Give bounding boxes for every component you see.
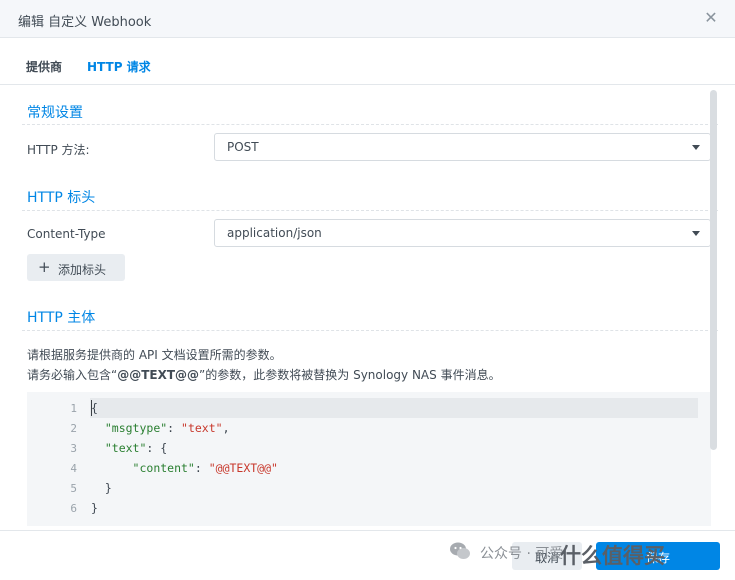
caret-down-icon: [692, 231, 700, 236]
caret-down-icon: [692, 145, 700, 150]
line-number: 1: [70, 402, 77, 415]
json-string: "@@TEXT@@": [208, 461, 278, 475]
watermark-site: 什么值得买: [560, 544, 665, 568]
dialog-content: 常规设置 HTTP 方法: POST HTTP 标头 Content-Type …: [0, 86, 735, 526]
section-divider: [22, 330, 718, 331]
line-number: 5: [70, 482, 77, 495]
http-method-label: HTTP 方法:: [27, 143, 90, 157]
active-line-highlight: [90, 398, 698, 418]
json-key: "msgtype": [104, 421, 168, 435]
content-type-label: Content-Type: [27, 227, 106, 241]
vertical-scrollbar[interactable]: [710, 90, 717, 450]
body-code-editor[interactable]: 1 2 3 4 5 6 { "msgtype": "text", "text":…: [27, 392, 711, 526]
line-number: 3: [70, 442, 77, 455]
line-number: 4: [70, 462, 77, 475]
http-method-select[interactable]: POST: [214, 133, 711, 161]
line-number: 6: [70, 502, 77, 515]
code-line-6: }: [91, 501, 98, 515]
desc-prefix: 请务必输入包含“: [27, 368, 118, 382]
watermark-account: 公众号 · 可爱: [480, 546, 564, 562]
code-brace-close-outer: }: [91, 501, 98, 515]
tab-provider[interactable]: 提供商: [26, 58, 62, 75]
section-title-headers: HTTP 标头: [27, 190, 96, 206]
section-divider: [22, 124, 718, 125]
tab-bar: 提供商 HTTP 请求: [0, 38, 735, 85]
tab-http-request[interactable]: HTTP 请求: [87, 58, 151, 75]
section-title-general: 常规设置: [27, 105, 83, 121]
http-method-value: POST: [227, 140, 259, 154]
content-type-select[interactable]: application/json: [214, 219, 711, 247]
code-line-5: }: [91, 481, 112, 495]
json-key: "content": [132, 461, 195, 475]
desc-token: @@TEXT@@: [117, 368, 200, 382]
json-key: "text": [104, 441, 147, 455]
line-number: 2: [70, 422, 77, 435]
code-object-open: : {: [146, 441, 168, 455]
section-title-body: HTTP 主体: [27, 310, 96, 326]
content-type-value: application/json: [227, 226, 322, 240]
section-divider: [22, 210, 718, 211]
code-line-3: "text": {: [91, 441, 167, 455]
code-brace-close-inner: }: [104, 481, 112, 495]
dialog-title: 编辑 自定义 Webhook: [18, 15, 152, 30]
plus-icon: +: [38, 258, 51, 276]
add-header-button[interactable]: + 添加标头: [27, 254, 125, 281]
body-description-line2: 请务必输入包含“@@TEXT@@”的参数，此参数将被替换为 Synology N…: [27, 366, 501, 383]
json-string: "text": [181, 421, 223, 435]
wechat-icon: [450, 542, 470, 559]
body-description-line1: 请根据服务提供商的 API 文档设置所需的参数。: [27, 348, 282, 362]
code-line-2: "msgtype": "text",: [104, 421, 230, 435]
code-line-4: "content": "@@TEXT@@": [132, 461, 278, 475]
close-icon[interactable]: ✕: [703, 9, 719, 27]
code-brace-open: {: [91, 401, 98, 415]
code-line-1: {: [91, 401, 98, 415]
dialog-titlebar: 编辑 自定义 Webhook ✕: [0, 0, 735, 38]
desc-suffix: ”的参数，此参数将被替换为 Synology NAS 事件消息。: [199, 368, 501, 382]
add-header-label: 添加标头: [58, 263, 107, 277]
